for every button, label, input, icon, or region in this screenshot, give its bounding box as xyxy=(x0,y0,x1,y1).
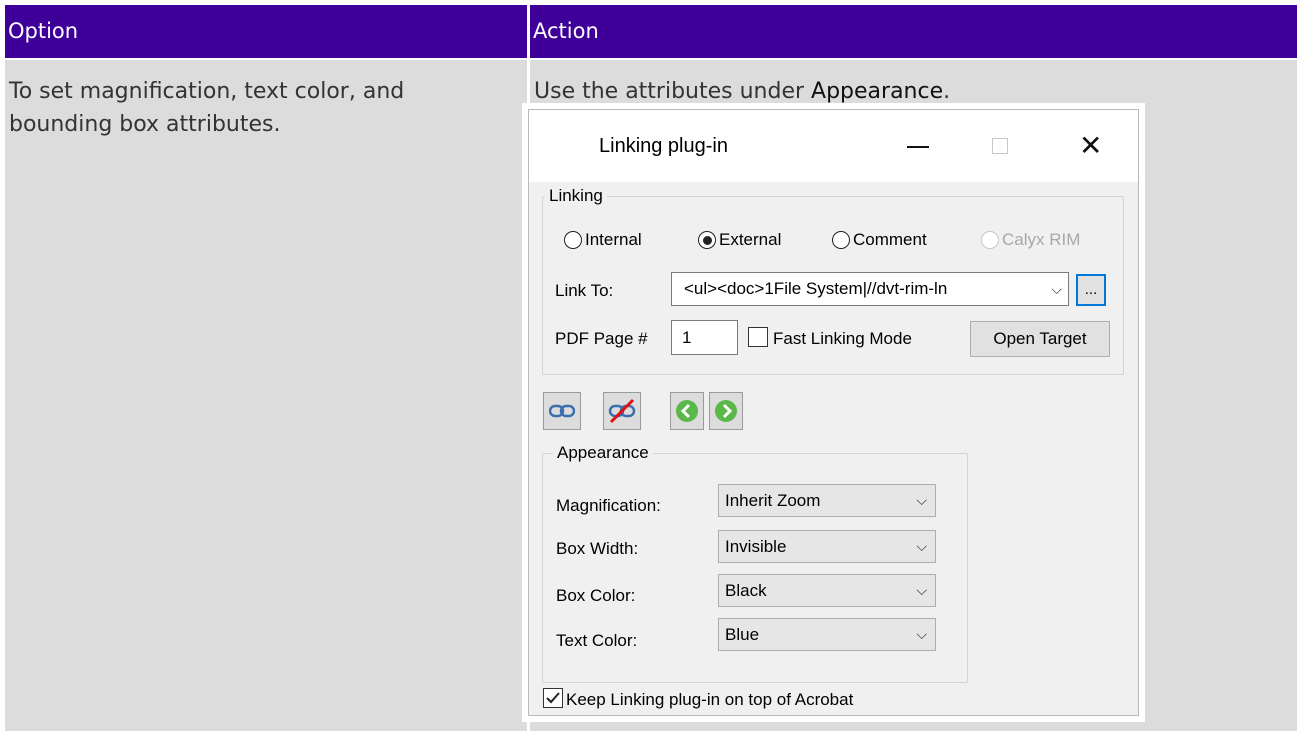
text-color-label: Text Color: xyxy=(556,631,638,650)
fast-linking-checkbox[interactable] xyxy=(748,327,768,347)
magnification-dropdown[interactable]: Inherit Zoom ⌵ xyxy=(718,484,936,517)
appearance-term: Appearance xyxy=(811,79,944,104)
radio-internal-circle xyxy=(564,231,582,249)
link-to-label: Link To: xyxy=(555,281,614,300)
next-link-button[interactable] xyxy=(709,392,743,430)
browse-button[interactable]: ... xyxy=(1076,274,1106,306)
appearance-legend: Appearance xyxy=(553,443,653,463)
radio-calyx-rim-circle xyxy=(981,231,999,249)
text-color-dropdown[interactable]: Blue ⌵ xyxy=(718,618,936,651)
chevron-down-icon: ⌵ xyxy=(916,582,927,598)
radio-calyx-rim-label: Calyx RIM xyxy=(1002,230,1081,249)
radio-external[interactable]: External xyxy=(698,230,781,250)
keep-on-top-checkbox[interactable] xyxy=(543,688,563,708)
option-description: To set magnification, text color, and bo… xyxy=(9,79,405,137)
box-color-dropdown[interactable]: Black ⌵ xyxy=(718,574,936,607)
radio-comment-circle xyxy=(832,231,850,249)
radio-calyx-rim: Calyx RIM xyxy=(981,230,1080,250)
action-column-header: Action xyxy=(530,5,1297,58)
box-width-value: Invisible xyxy=(725,537,787,556)
pdf-page-label: PDF Page # xyxy=(555,329,648,348)
title-bar: Linking plug-in ✕ xyxy=(529,110,1138,182)
radio-external-circle xyxy=(698,231,716,249)
checkmark-icon xyxy=(546,692,560,704)
chevron-down-icon: ⌵ xyxy=(916,492,927,508)
delete-link-button[interactable] xyxy=(603,392,641,430)
magnification-value: Inherit Zoom xyxy=(725,491,821,510)
radio-selected-dot xyxy=(702,235,712,245)
pdf-page-input[interactable]: 1 xyxy=(671,320,738,355)
action-suffix: . xyxy=(943,79,951,104)
fast-linking-label: Fast Linking Mode xyxy=(773,329,912,348)
box-color-value: Black xyxy=(725,581,767,600)
radio-internal[interactable]: Internal xyxy=(564,230,642,250)
previous-link-button[interactable] xyxy=(670,392,704,430)
delete-link-icon xyxy=(608,398,636,424)
magnification-label: Magnification: xyxy=(556,496,661,515)
create-link-button[interactable] xyxy=(543,392,581,430)
next-icon xyxy=(715,400,737,422)
box-width-label: Box Width: xyxy=(556,539,639,558)
close-icon[interactable]: ✕ xyxy=(1079,126,1102,166)
linking-legend: Linking xyxy=(545,186,607,206)
dialog-title: Linking plug-in xyxy=(599,135,728,157)
box-width-dropdown[interactable]: Invisible ⌵ xyxy=(718,530,936,563)
radio-external-label: External xyxy=(719,230,782,249)
dialog-window: Linking plug-in ✕ Linking Internal Exter… xyxy=(528,109,1139,716)
option-cell: To set magnification, text color, and bo… xyxy=(5,60,527,731)
create-link-icon xyxy=(549,404,575,418)
link-to-value: <ul><doc>1File System|//dvt-rim-ln xyxy=(684,279,948,298)
link-to-combo[interactable]: <ul><doc>1File System|//dvt-rim-ln ⌵ xyxy=(671,272,1069,306)
maximize-icon[interactable] xyxy=(992,138,1008,154)
text-color-value: Blue xyxy=(725,625,760,644)
radio-internal-label: Internal xyxy=(585,230,642,249)
chevron-down-icon: ⌵ xyxy=(1051,281,1062,297)
option-column-header: Option xyxy=(5,5,527,58)
box-color-label: Box Color: xyxy=(556,586,636,605)
radio-comment[interactable]: Comment xyxy=(832,230,927,250)
open-target-button[interactable]: Open Target xyxy=(970,321,1110,357)
radio-comment-label: Comment xyxy=(853,230,927,249)
action-prefix: Use the attributes under xyxy=(534,79,812,104)
chevron-down-icon: ⌵ xyxy=(916,626,927,642)
linking-plugin-dialog: Linking plug-in ✕ Linking Internal Exter… xyxy=(522,103,1145,722)
keep-on-top-label: Keep Linking plug-in on top of Acrobat xyxy=(566,690,854,709)
previous-icon xyxy=(676,400,698,422)
minimize-icon[interactable] xyxy=(907,146,929,148)
chevron-down-icon: ⌵ xyxy=(916,538,927,554)
